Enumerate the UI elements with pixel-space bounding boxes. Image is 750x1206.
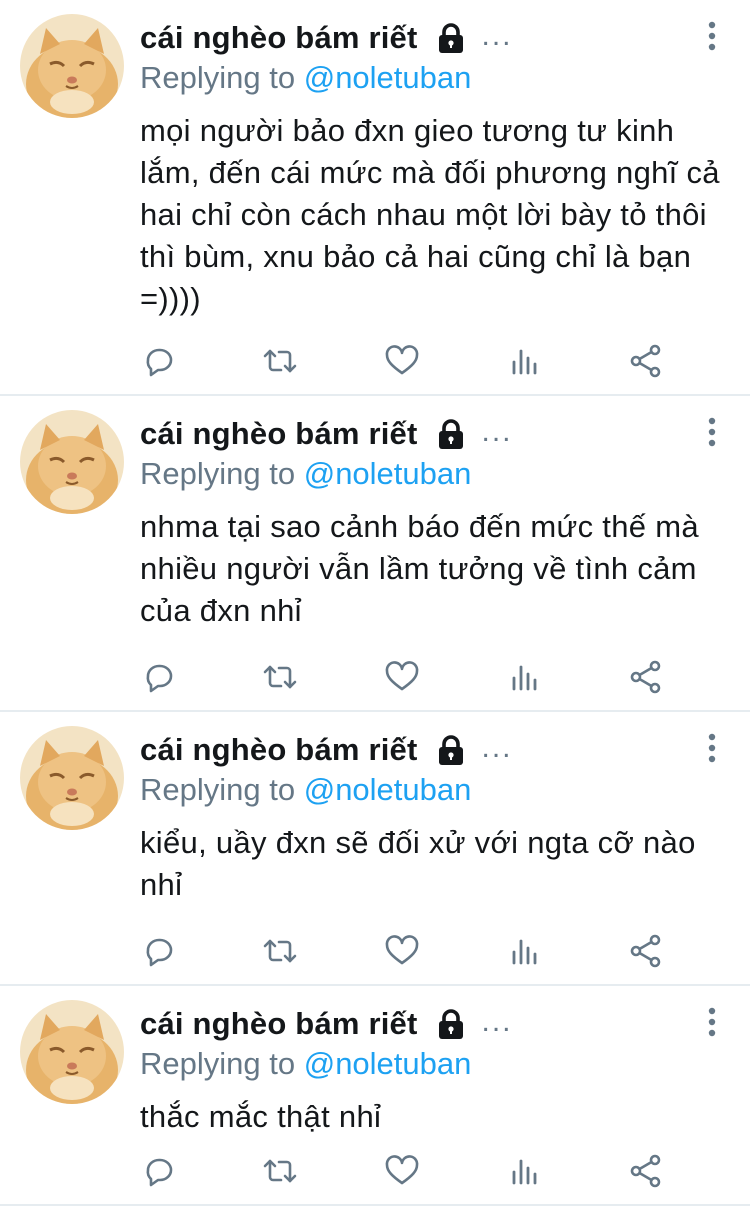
vertical-ellipsis-icon[interactable] xyxy=(702,1006,722,1038)
replying-handle-link[interactable]: @noletuban xyxy=(304,1046,472,1081)
analytics-icon[interactable] xyxy=(505,342,543,380)
tweet-header: cái nghèo bám riết ... xyxy=(140,1004,513,1044)
tweet-actions xyxy=(140,342,661,382)
analytics-icon[interactable] xyxy=(505,658,543,696)
analytics-icon[interactable] xyxy=(505,932,543,970)
display-name[interactable]: cái nghèo bám riết xyxy=(140,1006,418,1042)
replying-prefix: Replying to xyxy=(140,1046,296,1081)
avatar[interactable] xyxy=(20,1000,124,1104)
replying-prefix: Replying to xyxy=(140,60,296,95)
reply-icon[interactable] xyxy=(140,932,178,970)
tweet-header: cái nghèo bám riết ... xyxy=(140,730,513,770)
display-name[interactable]: cái nghèo bám riết xyxy=(140,732,418,768)
more-inline-ellipsis: ... xyxy=(481,731,513,764)
tweet[interactable]: cái nghèo bám riết ... Replying to @nole… xyxy=(0,712,750,986)
cat-avatar-image xyxy=(20,726,124,830)
replying-handle-link[interactable]: @noletuban xyxy=(304,456,472,491)
cat-avatar-image xyxy=(20,1000,124,1104)
avatar[interactable] xyxy=(20,410,124,514)
tweet-actions xyxy=(140,1152,661,1192)
heart-icon[interactable] xyxy=(383,658,421,696)
cat-avatar-image xyxy=(20,14,124,118)
share-icon[interactable] xyxy=(627,932,665,970)
tweet-actions xyxy=(140,658,661,698)
retweet-icon[interactable] xyxy=(261,658,299,696)
share-icon[interactable] xyxy=(627,342,665,380)
replying-handle-link[interactable]: @noletuban xyxy=(304,772,472,807)
reply-icon[interactable] xyxy=(140,658,178,696)
tweet-text: thắc mắc thật nhỉ xyxy=(140,1099,382,1134)
lock-icon xyxy=(438,419,463,449)
avatar[interactable] xyxy=(20,726,124,830)
vertical-ellipsis-icon[interactable] xyxy=(702,20,722,52)
tweet-text: kiểu, uầy đxn sẽ đối xử với ngta cỡ nào … xyxy=(140,825,696,902)
tweet[interactable]: cái nghèo bám riết ... Replying to @nole… xyxy=(0,986,750,1206)
reply-icon[interactable] xyxy=(140,1152,178,1190)
display-name[interactable]: cái nghèo bám riết xyxy=(140,20,418,56)
heart-icon[interactable] xyxy=(383,932,421,970)
tweet-text: nhma tại sao cảnh báo đến mức thế mà nhi… xyxy=(140,509,699,628)
replying-prefix: Replying to xyxy=(140,456,296,491)
display-name[interactable]: cái nghèo bám riết xyxy=(140,416,418,452)
tweet[interactable]: cái nghèo bám riết ... Replying to @nole… xyxy=(0,0,750,396)
tweet-text: mọi người bảo đxn gieo tương tư kinh lắm… xyxy=(140,113,720,316)
replying-prefix: Replying to xyxy=(140,772,296,807)
vertical-ellipsis-icon[interactable] xyxy=(702,732,722,764)
vertical-ellipsis-icon[interactable] xyxy=(702,416,722,448)
replying-handle-link[interactable]: @noletuban xyxy=(304,60,472,95)
share-icon[interactable] xyxy=(627,658,665,696)
tweet-actions xyxy=(140,932,661,972)
retweet-icon[interactable] xyxy=(261,1152,299,1190)
lock-icon xyxy=(438,735,463,765)
tweet-header: cái nghèo bám riết ... xyxy=(140,414,513,454)
retweet-icon[interactable] xyxy=(261,932,299,970)
replying-to: Replying to @noletuban xyxy=(140,456,471,492)
tweet[interactable]: cái nghèo bám riết ... Replying to @nole… xyxy=(0,396,750,712)
more-inline-ellipsis: ... xyxy=(481,1005,513,1038)
heart-icon[interactable] xyxy=(383,342,421,380)
replying-to: Replying to @noletuban xyxy=(140,60,471,96)
lock-icon xyxy=(438,1009,463,1039)
share-icon[interactable] xyxy=(627,1152,665,1190)
retweet-icon[interactable] xyxy=(261,342,299,380)
cat-avatar-image xyxy=(20,410,124,514)
replying-to: Replying to @noletuban xyxy=(140,1046,471,1082)
more-inline-ellipsis: ... xyxy=(481,415,513,448)
more-inline-ellipsis: ... xyxy=(481,19,513,52)
avatar[interactable] xyxy=(20,14,124,118)
lock-icon xyxy=(438,23,463,53)
reply-icon[interactable] xyxy=(140,342,178,380)
replying-to: Replying to @noletuban xyxy=(140,772,471,808)
analytics-icon[interactable] xyxy=(505,1152,543,1190)
tweet-header: cái nghèo bám riết ... xyxy=(140,18,513,58)
heart-icon[interactable] xyxy=(383,1152,421,1190)
